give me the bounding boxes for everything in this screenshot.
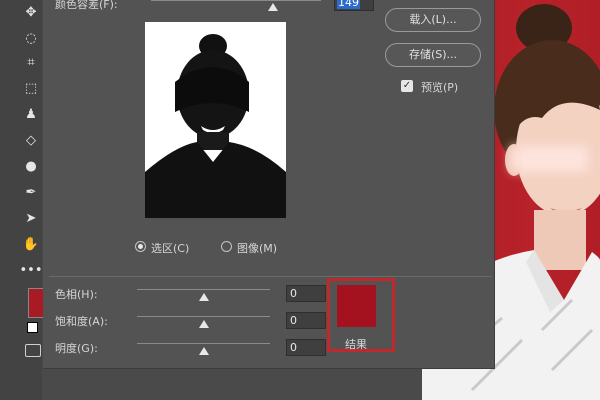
result-color-swatch[interactable] bbox=[337, 285, 376, 327]
quick-mask-icon[interactable] bbox=[25, 344, 41, 357]
saturation-label: 饱和度(A): bbox=[55, 315, 108, 328]
load-button[interactable]: 载入(L)... bbox=[385, 8, 481, 32]
image-radio[interactable] bbox=[221, 241, 232, 252]
saturation-slider-track[interactable] bbox=[137, 316, 270, 317]
fuzziness-slider-thumb[interactable] bbox=[268, 3, 278, 11]
result-label: 结果 bbox=[345, 338, 367, 351]
crop-icon[interactable]: ⌗ bbox=[22, 54, 40, 70]
lasso-icon[interactable]: ◌ bbox=[22, 30, 40, 46]
more-icon[interactable]: ••• bbox=[20, 262, 43, 278]
image-radio-label: 图像(M) bbox=[237, 242, 278, 255]
pen-icon[interactable]: ✒ bbox=[22, 184, 40, 200]
selection-preview[interactable] bbox=[145, 22, 286, 218]
hue-slider-thumb[interactable] bbox=[199, 293, 209, 301]
saturation-input[interactable]: 0 bbox=[286, 312, 326, 329]
selection-radio-label: 选区(C) bbox=[151, 242, 190, 255]
stamp-icon[interactable]: ♟ bbox=[22, 106, 40, 122]
move-icon[interactable]: ✥ bbox=[22, 4, 40, 20]
lightness-slider-thumb[interactable] bbox=[199, 347, 209, 355]
eraser-icon[interactable]: ◇ bbox=[22, 132, 40, 148]
save-button[interactable]: 存储(S)... bbox=[385, 43, 481, 67]
drop-icon[interactable]: ● bbox=[22, 158, 40, 174]
hand-icon[interactable]: ✋ bbox=[22, 236, 40, 252]
fuzziness-label: 颜色容差(F): bbox=[55, 0, 118, 11]
replace-color-dialog: 颜色容差(F): 149 载入(L)... 存储(S)... ✓ 预览(P) 选… bbox=[43, 0, 495, 369]
lightness-slider-track[interactable] bbox=[137, 343, 270, 344]
frame-icon[interactable]: ⬚ bbox=[22, 80, 40, 96]
section-divider bbox=[49, 276, 492, 277]
hue-input[interactable]: 0 bbox=[286, 285, 326, 302]
fuzziness-input[interactable]: 149 bbox=[334, 0, 374, 11]
fuzziness-value: 149 bbox=[337, 0, 360, 9]
hue-slider-track[interactable] bbox=[137, 289, 270, 290]
tools-panel: ✥ ◌ ⌗ ⬚ ♟ ◇ ● ✒ ➤ ✋ ••• bbox=[0, 0, 44, 400]
lightness-label: 明度(G): bbox=[55, 342, 98, 355]
preview-checkbox[interactable]: ✓ bbox=[401, 80, 413, 92]
face-blur bbox=[510, 146, 588, 172]
preview-label: 预览(P) bbox=[421, 81, 459, 94]
foreground-color-swatch[interactable] bbox=[28, 288, 44, 318]
saturation-slider-thumb[interactable] bbox=[199, 320, 209, 328]
default-colors-icon[interactable] bbox=[27, 322, 38, 333]
selection-radio[interactable] bbox=[135, 241, 146, 252]
fuzziness-slider-track[interactable] bbox=[151, 0, 321, 1]
hue-label: 色相(H): bbox=[55, 288, 98, 301]
arrow-icon[interactable]: ➤ bbox=[22, 210, 40, 226]
lightness-input[interactable]: 0 bbox=[286, 339, 326, 356]
